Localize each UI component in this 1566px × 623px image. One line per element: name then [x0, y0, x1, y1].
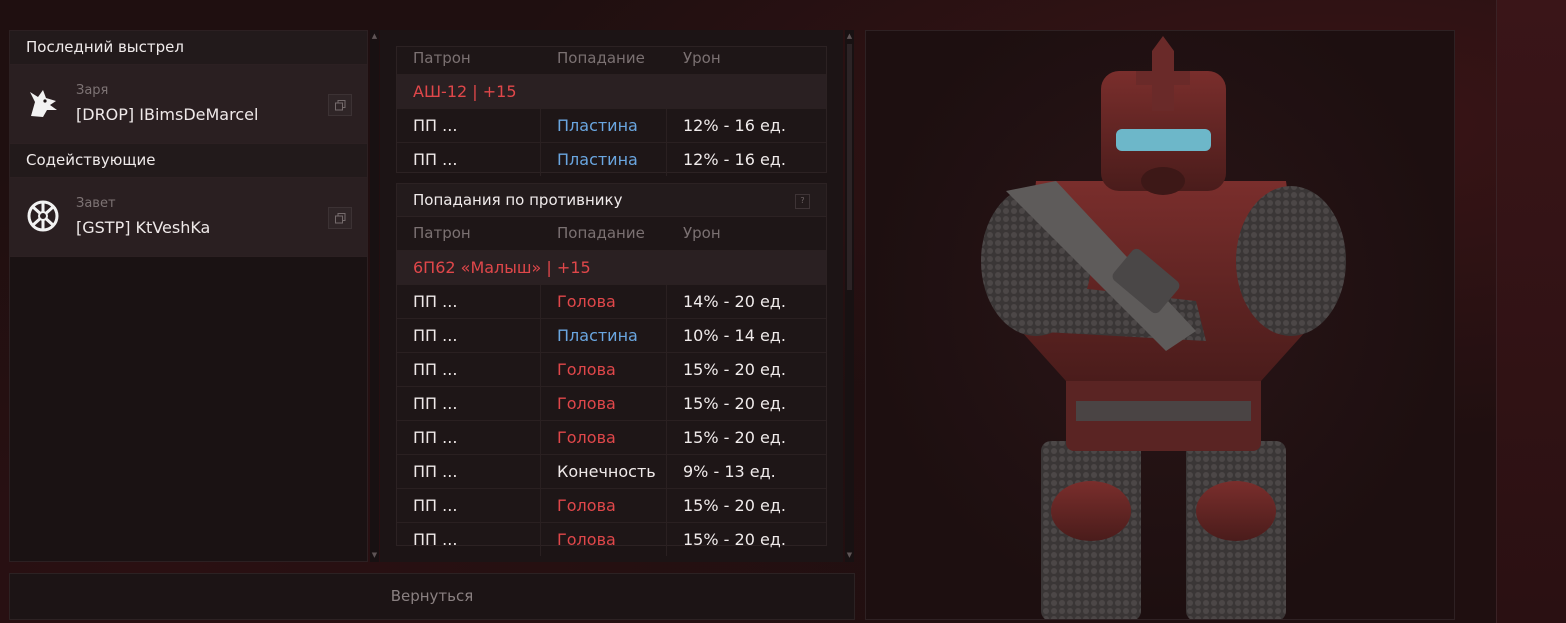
- hits-scrollbar[interactable]: ▲ ▼: [845, 30, 854, 562]
- assists-header: Содействующие: [10, 144, 367, 178]
- damage-cell: 15% - 20 ед.: [683, 530, 786, 549]
- weapon-row: 6П62 «Малыш» | +15: [397, 251, 826, 285]
- ammo-cell: ПП ...: [397, 109, 541, 142]
- damage-cell: 9% - 13 ед.: [683, 462, 776, 481]
- table-row: ПП ... Голова 15% - 20 ед.: [397, 387, 826, 421]
- damage-cell: 15% - 20 ед.: [683, 360, 786, 379]
- copy-name-button[interactable]: [328, 94, 352, 116]
- col-hit: Попадание: [557, 224, 645, 242]
- scroll-down-arrow-icon[interactable]: ▼: [370, 551, 379, 560]
- table-row: ПП ... Пластина 12% - 16 ед.: [397, 143, 826, 176]
- table-title-text: Попадания по противнику: [413, 191, 623, 209]
- assist-player-row[interactable]: Завет [GSTP] KtVeshKa: [10, 178, 367, 257]
- ammo-cell: ПП ...: [397, 387, 541, 420]
- hit-cell: Голова: [541, 489, 667, 522]
- last-shot-player-row[interactable]: Заря [DROP] IBimsDeMarcel: [10, 65, 367, 144]
- scroll-up-arrow-icon[interactable]: ▲: [370, 32, 379, 41]
- copy-icon: [334, 212, 345, 223]
- side-strip: [1497, 0, 1566, 623]
- ammo-cell: ПП ...: [397, 489, 541, 522]
- hit-cell: Голова: [541, 523, 667, 556]
- covenant-emblem-icon: [27, 200, 59, 232]
- ammo-cell: ПП ...: [397, 319, 541, 352]
- hit-cell: Голова: [541, 285, 667, 318]
- hits-table-1: Патрон Попадание Урон АШ-12 | +15 ПП ...…: [396, 46, 827, 176]
- hit-cell: Голова: [541, 353, 667, 386]
- ammo-cell: ПП ...: [397, 523, 541, 556]
- copy-name-button[interactable]: [328, 207, 352, 229]
- table-row: ПП ... Голова 14% - 20 ед.: [397, 285, 826, 319]
- table-header: Патрон Попадание Урон: [397, 47, 826, 75]
- ammo-cell: ПП ...: [397, 455, 541, 488]
- table-row: ПП ... Голова 15% - 20 ед.: [397, 523, 826, 556]
- table-row: ПП ... Пластина 12% - 16 ед.: [397, 109, 826, 143]
- col-ammo: Патрон: [413, 224, 471, 242]
- clan-name: Завет: [76, 196, 116, 211]
- ammo-cell: ПП ...: [397, 421, 541, 454]
- ammo-cell: ПП ...: [397, 353, 541, 386]
- hits-panel: Патрон Попадание Урон АШ-12 | +15 ПП ...…: [380, 30, 843, 562]
- table-row: ПП ... Голова 15% - 20 ед.: [397, 489, 826, 523]
- hits-table-2: Попадания по противнику ? Патрон Попадан…: [396, 183, 827, 556]
- damage-cell: 10% - 14 ед.: [683, 326, 786, 345]
- hit-cell: Голова: [541, 387, 667, 420]
- scroll-thumb[interactable]: [847, 44, 852, 290]
- enemy-character-view[interactable]: [865, 30, 1455, 620]
- armored-soldier-image: [981, 36, 1346, 619]
- damage-cell: 15% - 20 ед.: [683, 394, 786, 413]
- table-row: ПП ... Конечность 9% - 13 ед.: [397, 455, 826, 489]
- scroll-up-arrow-icon[interactable]: ▲: [845, 32, 854, 41]
- damage-cell: 12% - 16 ед.: [683, 150, 786, 169]
- damage-cell: 14% - 20 ед.: [683, 292, 786, 311]
- damage-cell: 15% - 20 ед.: [683, 428, 786, 447]
- table-header: Патрон Попадание Урон: [397, 217, 826, 251]
- table-row: ПП ... Пластина 10% - 14 ед.: [397, 319, 826, 353]
- killer-panel: Последний выстрел Заря [DROP] IBimsDeMar…: [9, 30, 368, 562]
- col-ammo: Патрон: [413, 49, 471, 67]
- table-title: Попадания по противнику ?: [397, 184, 826, 217]
- col-damage: Урон: [683, 224, 721, 242]
- help-icon[interactable]: ?: [795, 194, 810, 209]
- table-row: ПП ... Голова 15% - 20 ед.: [397, 353, 826, 387]
- col-damage: Урон: [683, 49, 721, 67]
- damage-cell: 15% - 20 ед.: [683, 496, 786, 515]
- table-row: ПП ... Голова 15% - 20 ед.: [397, 421, 826, 455]
- back-button[interactable]: Вернуться: [9, 573, 855, 620]
- scroll-down-arrow-icon[interactable]: ▼: [845, 551, 854, 560]
- hit-cell: Голова: [541, 421, 667, 454]
- wolf-emblem-icon: [30, 90, 57, 117]
- player-name: [GSTP] KtVeshKa: [76, 218, 211, 237]
- weapon-row: АШ-12 | +15: [397, 75, 826, 109]
- hit-cell: Пластина: [541, 319, 667, 352]
- left-scrollbar[interactable]: ▲ ▼: [370, 30, 379, 562]
- damage-cell: 12% - 16 ед.: [683, 116, 786, 135]
- col-hit: Попадание: [557, 49, 645, 67]
- player-name: [DROP] IBimsDeMarcel: [76, 105, 259, 124]
- clan-name: Заря: [76, 83, 109, 98]
- ammo-cell: ПП ...: [397, 143, 541, 176]
- hit-cell: Пластина: [541, 143, 667, 176]
- ammo-cell: ПП ...: [397, 285, 541, 318]
- hit-cell: Пластина: [541, 109, 667, 142]
- last-shot-header: Последний выстрел: [10, 31, 367, 65]
- copy-icon: [334, 99, 345, 110]
- hit-cell: Конечность: [541, 455, 667, 488]
